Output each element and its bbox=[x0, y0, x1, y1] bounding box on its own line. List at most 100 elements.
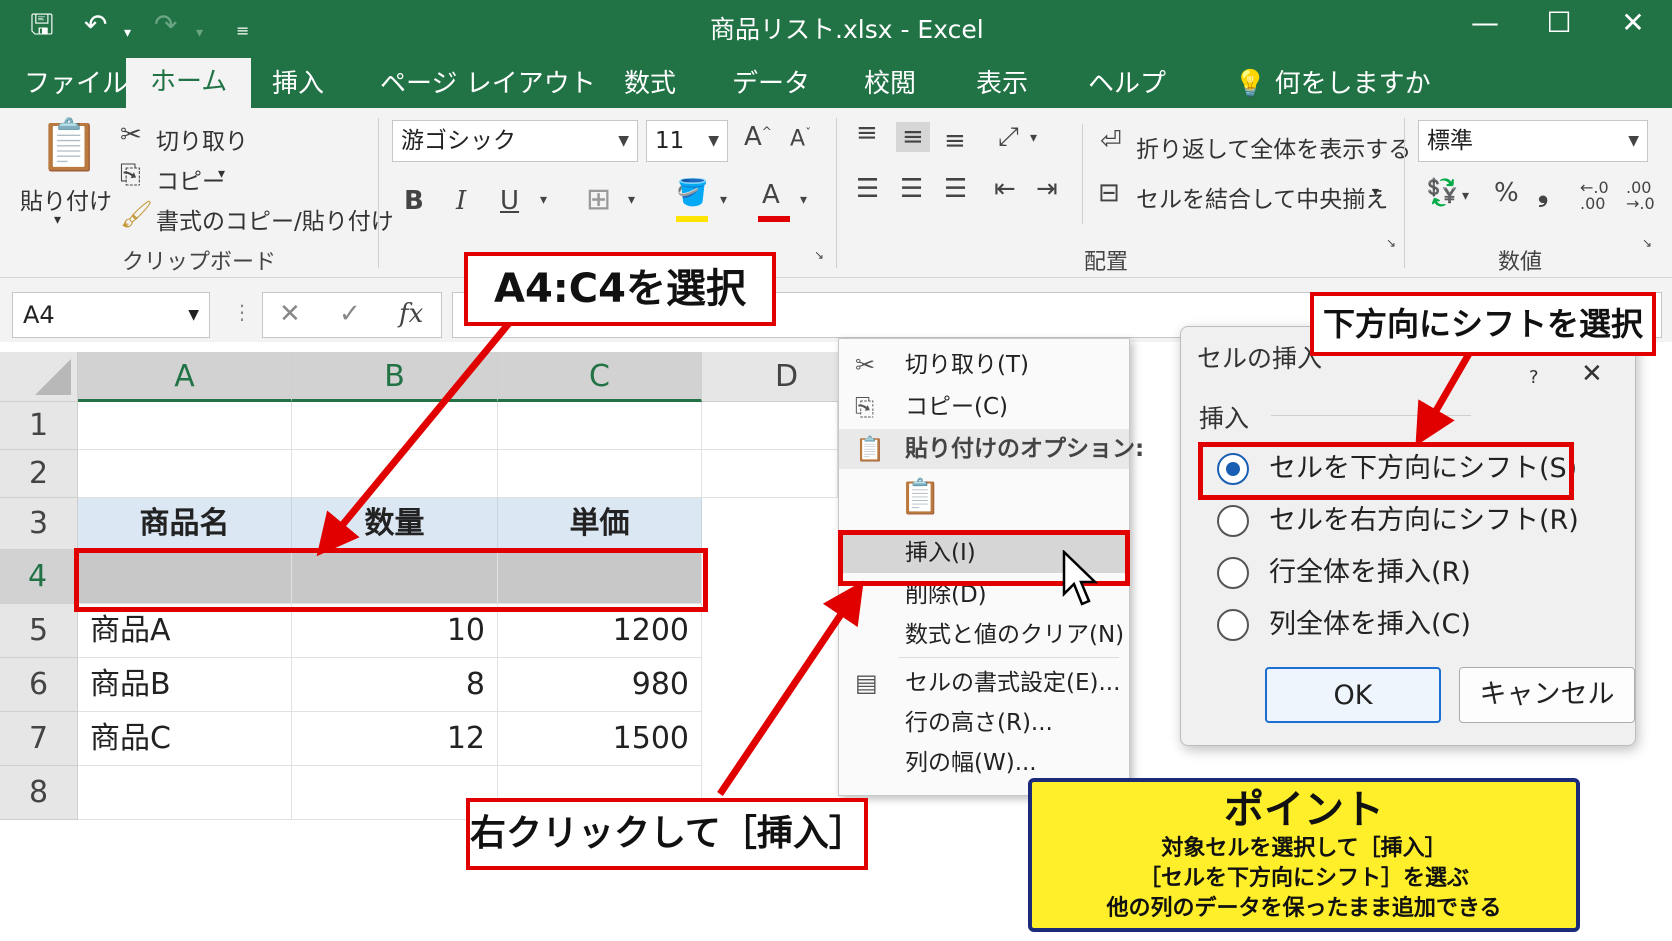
align-top-icon[interactable]: ≡ bbox=[856, 118, 878, 148]
menu-item-clear-contents[interactable]: 数式と値のクリア(N) bbox=[839, 615, 1129, 655]
row-header-3[interactable]: 3 bbox=[0, 498, 78, 550]
cell-a6[interactable]: 商品B bbox=[78, 658, 292, 712]
merge-dropdown-icon[interactable]: ▾ bbox=[1372, 184, 1379, 200]
merge-center-icon[interactable]: ⊟ bbox=[1098, 178, 1120, 208]
comma-style-button[interactable]: ❟ bbox=[1538, 178, 1548, 209]
close-window-icon[interactable]: ✕ bbox=[1608, 6, 1658, 39]
tab-formulas[interactable]: 数式 bbox=[600, 62, 700, 108]
cell-c3[interactable]: 単価 bbox=[498, 498, 702, 550]
cell-c7[interactable]: 1500 bbox=[498, 712, 702, 766]
cell-c5[interactable]: 1200 bbox=[498, 604, 702, 658]
cancel-button[interactable]: キャンセル bbox=[1459, 667, 1635, 723]
copy-icon[interactable]: ⎘ bbox=[120, 160, 141, 191]
dialog-launcher-icon[interactable]: ↘ bbox=[1386, 236, 1396, 250]
orientation-dropdown-icon[interactable]: ▾ bbox=[1030, 130, 1037, 146]
cancel-entry-icon[interactable]: ✕ bbox=[279, 299, 301, 329]
wrap-text-icon[interactable]: ⏎ bbox=[1100, 126, 1122, 156]
menu-item-column-width[interactable]: 列の幅(W)... bbox=[839, 743, 1129, 783]
confirm-entry-icon[interactable]: ✓ bbox=[339, 299, 361, 329]
cell-b2[interactable] bbox=[292, 450, 498, 498]
undo-dropdown-icon[interactable]: ▾ bbox=[124, 16, 131, 50]
format-painter-button[interactable]: 書式のコピー/貼り付け bbox=[156, 202, 394, 236]
dialog-launcher-icon[interactable]: ↘ bbox=[1642, 236, 1652, 250]
decrease-font-icon[interactable]: Aˇ bbox=[790, 126, 811, 151]
row-header-1[interactable]: 1 bbox=[0, 402, 78, 450]
tab-help[interactable]: ヘルプ bbox=[1064, 62, 1190, 108]
copy-button[interactable]: コピー bbox=[156, 162, 225, 196]
row-header-5[interactable]: 5 bbox=[0, 604, 78, 658]
menu-item-row-height[interactable]: 行の高さ(R)... bbox=[839, 703, 1129, 743]
row-header-8[interactable]: 8 bbox=[0, 766, 78, 820]
row-header-6[interactable]: 6 bbox=[0, 658, 78, 712]
wrap-text-button[interactable]: 折り返して全体を表示する bbox=[1136, 130, 1411, 164]
row-header-7[interactable]: 7 bbox=[0, 712, 78, 766]
increase-decimal-icon[interactable]: ←.0.00 bbox=[1580, 180, 1609, 212]
paste-button-label[interactable]: 貼り付け bbox=[20, 182, 112, 216]
cell-a8[interactable] bbox=[78, 766, 292, 820]
paste-icon[interactable]: 📋 bbox=[38, 116, 100, 175]
increase-indent-icon[interactable]: ⇥ bbox=[1036, 174, 1058, 204]
menu-item-cut[interactable]: ✂ 切り取り(T) bbox=[839, 345, 1129, 385]
cell-a7[interactable]: 商品C bbox=[78, 712, 292, 766]
cell-a2[interactable] bbox=[78, 450, 292, 498]
underline-button[interactable]: U bbox=[500, 186, 519, 216]
paste-dropdown-icon[interactable]: ▾ bbox=[54, 212, 61, 228]
cell-c6[interactable]: 980 bbox=[498, 658, 702, 712]
align-left-icon[interactable]: ☰ bbox=[856, 174, 879, 204]
cut-button[interactable]: 切り取り bbox=[156, 122, 248, 156]
menu-item-copy[interactable]: ⎘ コピー(C) bbox=[839, 387, 1129, 427]
cell-a1[interactable] bbox=[78, 402, 292, 450]
dialog-launcher-icon[interactable]: ↘ bbox=[814, 248, 824, 262]
accounting-dropdown-icon[interactable]: ▾ bbox=[1462, 188, 1469, 204]
tab-view[interactable]: 表示 bbox=[952, 62, 1052, 108]
cell-b1[interactable] bbox=[292, 402, 498, 450]
name-box[interactable]: A4 ▼ bbox=[12, 292, 210, 338]
maximize-icon[interactable]: ☐ bbox=[1534, 6, 1584, 39]
cell-b3[interactable]: 数量 bbox=[292, 498, 498, 550]
format-painter-icon[interactable]: 🖌 bbox=[120, 200, 153, 230]
row-header-4[interactable]: 4 bbox=[0, 550, 78, 604]
save-icon[interactable]: 🖫 bbox=[30, 8, 54, 42]
tell-me-search[interactable]: 💡 何をしますか bbox=[1210, 62, 1455, 108]
paste-option-icon[interactable]: 📋 bbox=[899, 477, 941, 517]
ok-button[interactable]: OK bbox=[1265, 667, 1441, 723]
redo-icon[interactable]: ↷ bbox=[154, 8, 177, 42]
cell-d2[interactable] bbox=[702, 450, 838, 498]
merge-center-button[interactable]: セルを結合して中央揃え bbox=[1136, 180, 1388, 214]
copy-dropdown-icon[interactable]: ▾ bbox=[218, 166, 225, 182]
accounting-format-icon[interactable]: 💱 bbox=[1426, 178, 1458, 208]
close-icon[interactable]: ✕ bbox=[1581, 359, 1603, 389]
border-icon[interactable]: ⊞ bbox=[586, 182, 611, 217]
help-icon[interactable]: ? bbox=[1529, 367, 1539, 388]
align-right-icon[interactable]: ☰ bbox=[944, 174, 967, 204]
percent-style-button[interactable]: % bbox=[1494, 178, 1519, 208]
font-color-dropdown-icon[interactable]: ▾ bbox=[800, 192, 807, 208]
cell-a5[interactable]: 商品A bbox=[78, 604, 292, 658]
cell-c2[interactable] bbox=[498, 450, 702, 498]
align-middle-icon[interactable]: ≡ bbox=[896, 122, 930, 152]
undo-icon[interactable]: ↶ bbox=[84, 8, 107, 42]
cell-b6[interactable]: 8 bbox=[292, 658, 498, 712]
border-dropdown-icon[interactable]: ▾ bbox=[628, 192, 635, 208]
cell-a3[interactable]: 商品名 bbox=[78, 498, 292, 550]
tab-data[interactable]: データ bbox=[708, 62, 834, 108]
number-format-select[interactable]: 標準 ▼ bbox=[1418, 120, 1648, 162]
underline-dropdown-icon[interactable]: ▾ bbox=[540, 192, 547, 208]
select-all-corner[interactable] bbox=[0, 352, 78, 402]
customize-qat-icon[interactable]: ≡ bbox=[236, 14, 249, 48]
cell-c1[interactable] bbox=[498, 402, 702, 450]
font-size-select[interactable]: 11 ▼ bbox=[646, 120, 728, 162]
cell-d1[interactable] bbox=[702, 402, 838, 450]
tab-review[interactable]: 校閲 bbox=[840, 62, 940, 108]
decrease-decimal-icon[interactable]: .00 →.0 bbox=[1626, 180, 1655, 212]
increase-font-icon[interactable]: A^ bbox=[744, 122, 772, 152]
fill-dropdown-icon[interactable]: ▾ bbox=[720, 192, 727, 208]
column-header-c[interactable]: C bbox=[498, 352, 702, 402]
scissors-icon[interactable]: ✂ bbox=[120, 120, 142, 150]
italic-button[interactable]: I bbox=[456, 186, 466, 216]
column-header-b[interactable]: B bbox=[292, 352, 498, 402]
cell-b5[interactable]: 10 bbox=[292, 604, 498, 658]
row-header-2[interactable]: 2 bbox=[0, 450, 78, 498]
menu-item-format-cells[interactable]: ▤ セルの書式設定(E)... bbox=[839, 663, 1129, 703]
bold-button[interactable]: B bbox=[404, 186, 424, 216]
